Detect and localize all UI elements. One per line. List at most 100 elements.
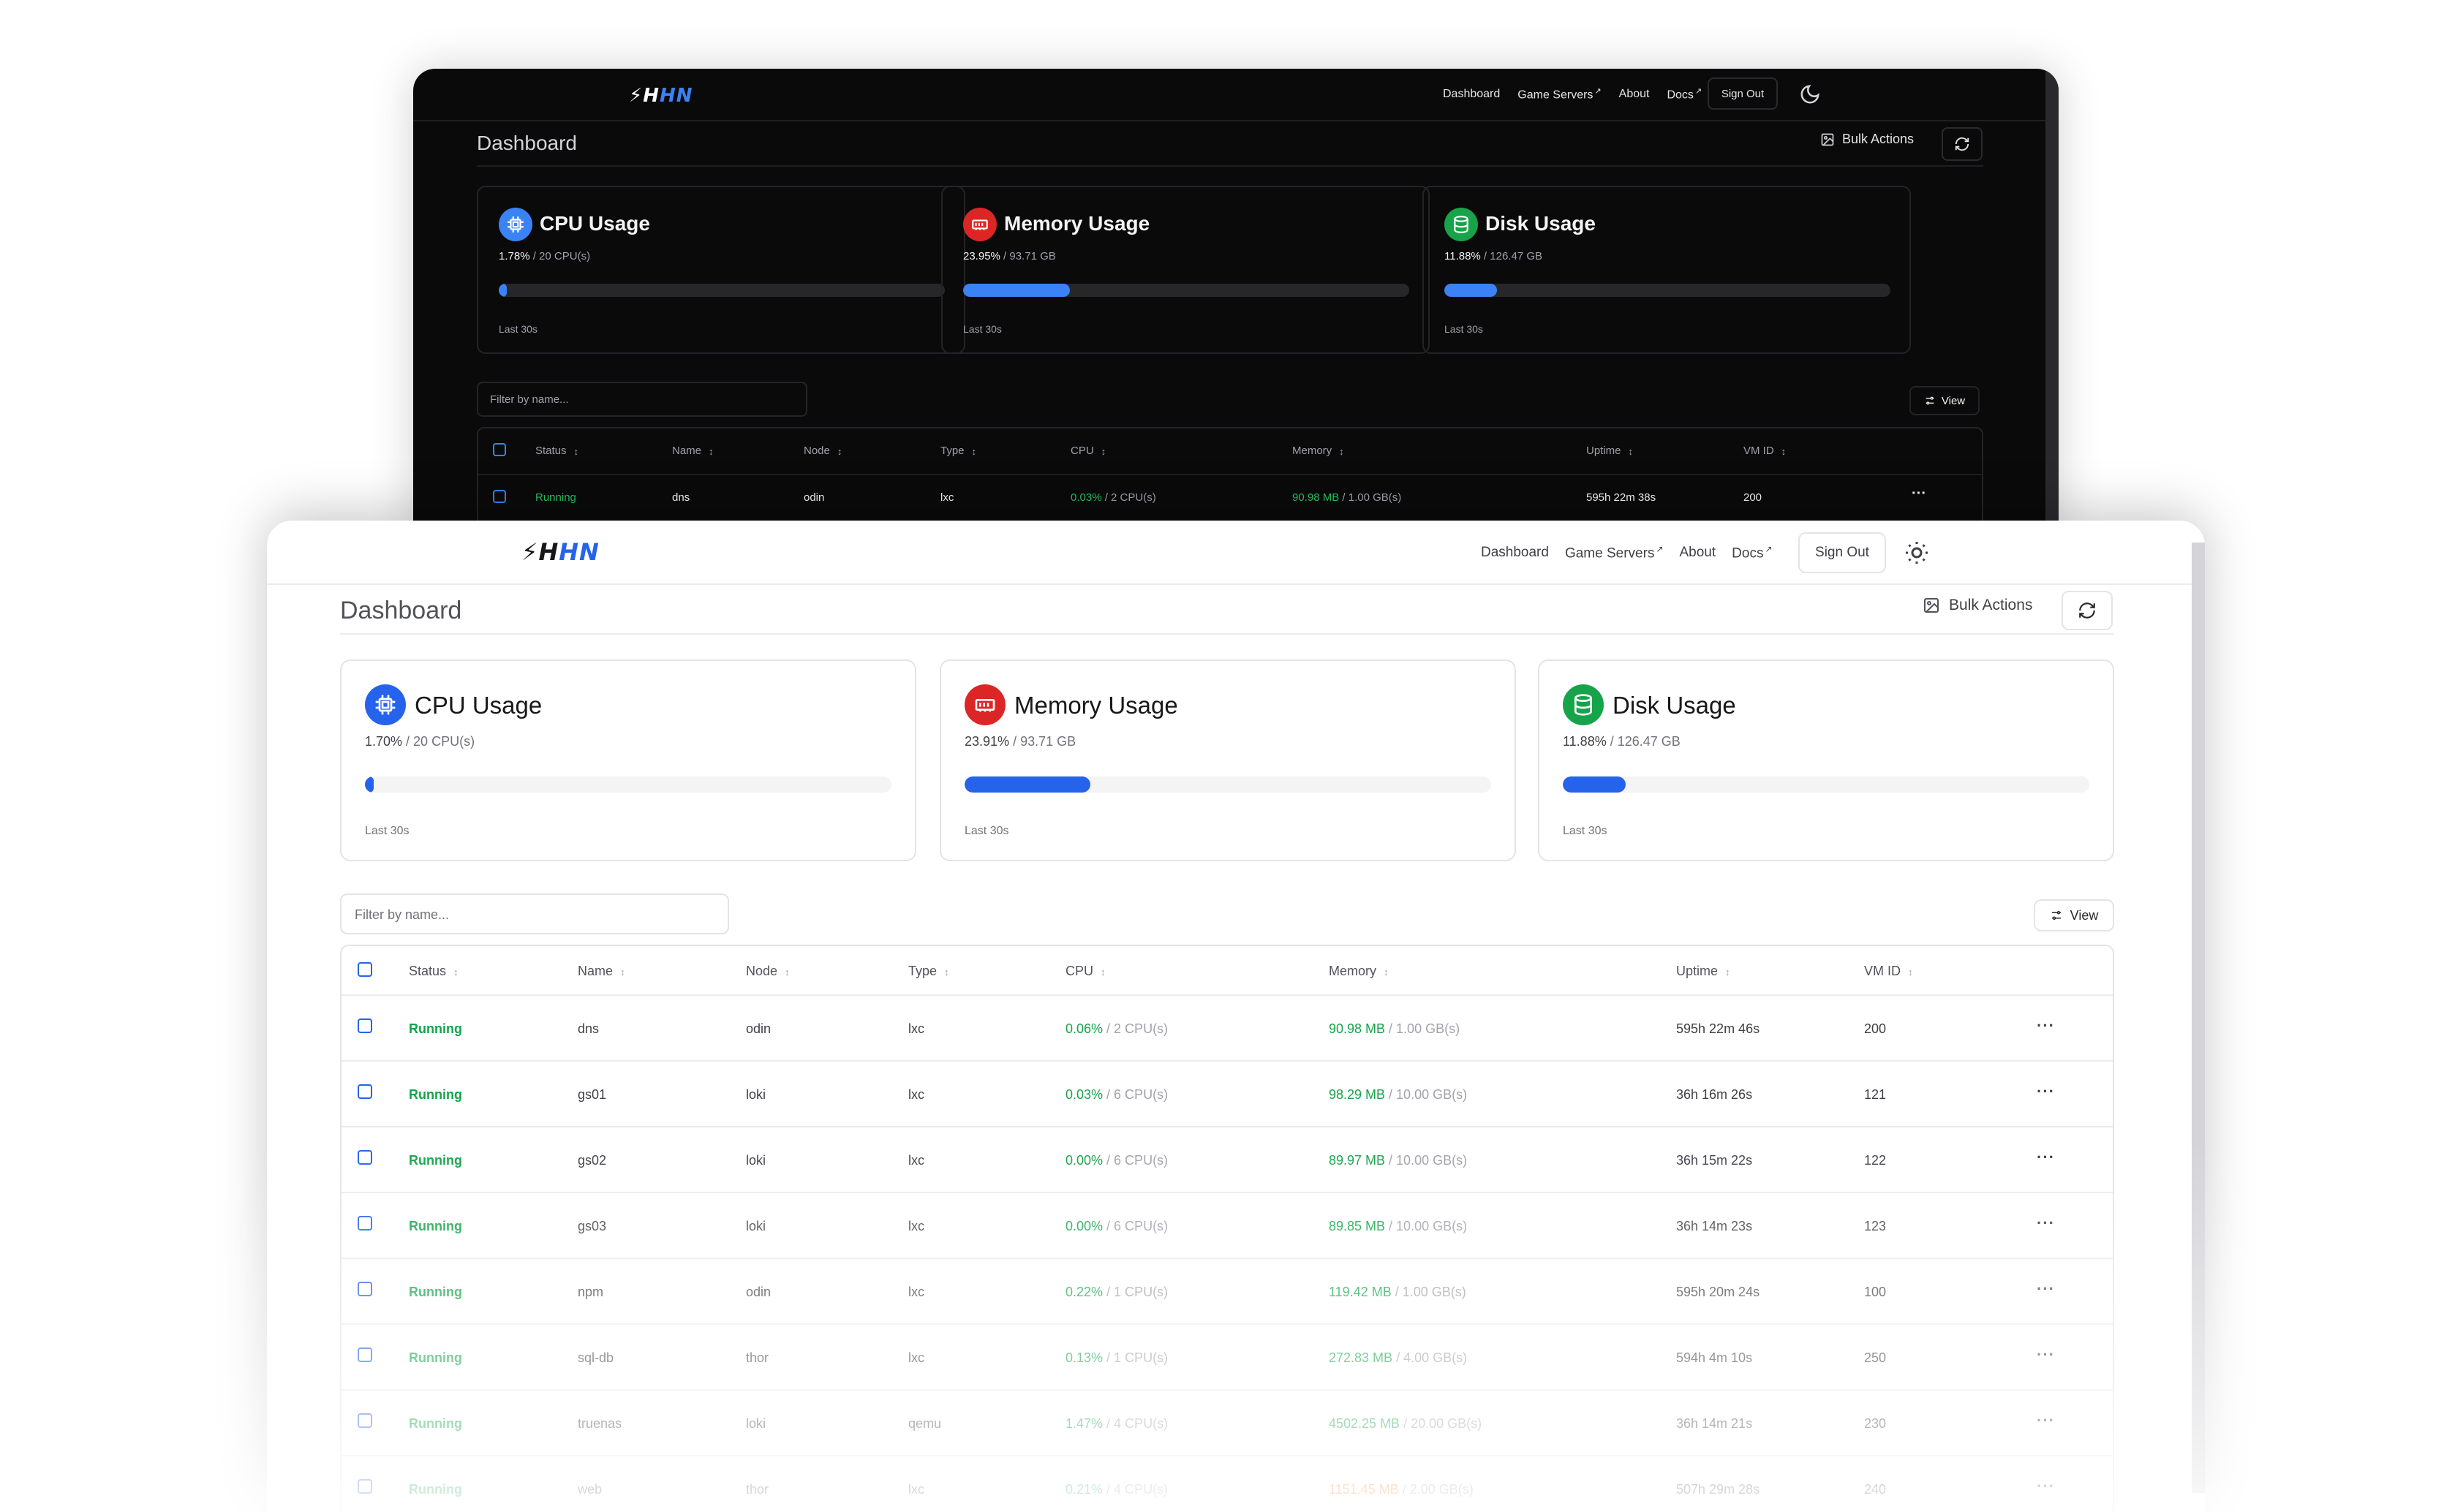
column-name[interactable]: Name ↕ [578,964,625,979]
scrollbar[interactable] [2192,543,2205,1493]
cpu-value: 1.47% [1066,1416,1104,1431]
nav-docs[interactable]: Docs ↗ [1667,86,1702,102]
sort-icon: ↕ [944,966,948,978]
column-type[interactable]: Type ↕ [940,445,976,457]
select-all-checkbox[interactable] [358,962,372,977]
status-badge: Running [535,491,576,504]
card-subtitle: 23.95% / 93.71 GB [963,250,1056,262]
column-uptime[interactable]: Uptime ↕ [1676,964,1730,979]
cell-name: sql-db [578,1350,614,1365]
filter-input[interactable]: Filter by name... [340,893,729,934]
logo[interactable]: ⚡HHN [629,85,693,107]
column-memory[interactable]: Memory ↕ [1329,964,1388,979]
column-label: Name [672,445,702,457]
column-vmid[interactable]: VM ID ↕ [1864,964,1912,979]
nav-dashboard[interactable]: Dashboard [1443,88,1500,101]
table-row[interactable]: Running dns odin lxc 0.03% / 2 CPU(s) 90… [478,475,1982,522]
column-vmid[interactable]: VM ID ↕ [1743,445,1786,457]
sign-out-button[interactable]: Sign Out [1708,78,1778,110]
row-checkbox[interactable] [358,1479,372,1494]
row-actions-button[interactable]: ··· [2037,1279,2055,1299]
row-checkbox[interactable] [358,1282,372,1296]
refresh-button[interactable] [1942,127,1983,161]
memory-total: / 1.00 GB(s) [1385,1021,1460,1036]
cpu-icon [499,208,532,241]
table-row[interactable]: Running gs01 loki lxc 0.03% / 6 CPU(s) 98.29 … [342,1062,2113,1127]
nav-dashboard[interactable]: Dashboard [1481,545,1549,561]
nav-about[interactable]: About [1680,545,1716,561]
row-actions-button[interactable]: ··· [1912,485,1926,502]
row-checkbox[interactable] [493,490,506,503]
status-badge: Running [409,1416,462,1431]
cell-vmid: 121 [1864,1087,1887,1102]
column-node[interactable]: Node ↕ [804,445,842,457]
row-checkbox[interactable] [358,1413,372,1428]
memory-total: / 1.00 GB(s) [1391,1285,1466,1299]
memory-value: 90.98 MB [1292,491,1340,504]
row-actions-button[interactable]: ··· [2037,1082,2055,1101]
table-row[interactable]: Running truenas loki qemu 1.47% / 4 CPU(s) 45… [342,1391,2113,1456]
sign-out-button[interactable]: Sign Out [1798,532,1886,573]
cpu-value: 0.22% [1066,1285,1104,1299]
row-actions-button[interactable]: ··· [2037,1411,2055,1430]
column-memory[interactable]: Memory ↕ [1292,445,1344,457]
table-header: Status ↕ Name ↕ Node ↕ Type ↕ CPU ↕ Memory ↕ U… [478,428,1982,475]
nav-docs[interactable]: Docs ↗ [1732,544,1772,562]
nav-game-servers-label: Game Servers [1517,88,1593,102]
cell-vmid: 200 [1743,491,1762,504]
bulk-actions-button[interactable]: Bulk Actions [1820,132,1914,147]
row-actions-button[interactable]: ··· [2037,1477,2055,1496]
sun-icon[interactable] [1904,540,1930,566]
row-checkbox[interactable] [358,1347,372,1362]
external-link-icon: ↗ [1656,544,1664,554]
row-checkbox[interactable] [358,1018,372,1033]
table-row[interactable]: Running dns odin lxc 0.06% / 2 CPU(s) 90.98 M… [342,996,2113,1062]
select-all-checkbox[interactable] [493,443,506,456]
status-badge: Running [409,1285,462,1299]
row-actions-button[interactable]: ··· [2037,1148,2055,1167]
external-link-icon: ↗ [1765,544,1773,554]
nav-game-servers[interactable]: Game Servers ↗ [1565,544,1664,562]
column-type[interactable]: Type ↕ [908,964,948,979]
column-cpu[interactable]: CPU ↕ [1071,445,1106,457]
nav-game-servers[interactable]: Game Servers ↗ [1517,86,1601,102]
column-label: Memory [1329,964,1377,978]
logo[interactable]: ⚡HHN [521,538,600,566]
memory-usage-card: Memory Usage 23.91% / 93.71 GB Last 30s [940,659,1516,861]
memory-usage-card: Memory Usage 23.95% / 93.71 GB Last 30s [941,186,1430,354]
bulk-actions-button[interactable]: Bulk Actions [1923,597,2032,614]
column-node[interactable]: Node ↕ [746,964,789,979]
table-row[interactable]: Running npm odin lxc 0.22% / 1 CPU(s) 119.42 … [342,1259,2113,1325]
column-uptime[interactable]: Uptime ↕ [1586,445,1633,457]
table-row[interactable]: Running sql-db thor lxc 0.13% / 1 CPU(s) 272.… [342,1325,2113,1391]
row-actions-button[interactable]: ··· [2037,1214,2055,1233]
cell-type: lxc [940,491,954,504]
column-cpu[interactable]: CPU ↕ [1066,964,1105,979]
row-checkbox[interactable] [358,1216,372,1231]
disk-icon [1563,684,1604,725]
cpu-total: / 1 CPU(s) [1103,1350,1169,1365]
view-button[interactable]: View [1909,386,1980,415]
table-row[interactable]: Running web thor lxc 0.21% / 4 CPU(s) 1151.45… [342,1456,2113,1512]
view-button[interactable]: View [2034,899,2114,931]
sort-icon: ↕ [837,445,842,457]
filter-input[interactable]: Filter by name... [477,382,807,417]
table-row[interactable]: Running gs03 loki lxc 0.00% / 6 CPU(s) 89.85 … [342,1193,2113,1259]
table-row[interactable]: Running gs02 loki lxc 0.00% / 6 CPU(s) 89.97 … [342,1127,2113,1193]
row-actions-button[interactable]: ··· [2037,1016,2055,1035]
usage-progress-bar [1563,776,2089,793]
cell-vmid: 123 [1864,1219,1887,1233]
memory-icon [965,684,1006,725]
row-checkbox[interactable] [358,1150,372,1165]
scrollbar[interactable] [2045,69,2059,537]
column-status[interactable]: Status ↕ [535,445,578,457]
nav-about[interactable]: About [1619,88,1650,101]
cpu-value: 0.06% [1066,1021,1104,1036]
column-status[interactable]: Status ↕ [409,964,458,979]
row-actions-button[interactable]: ··· [2037,1345,2055,1364]
card-value: 11.88% [1563,734,1607,749]
refresh-button[interactable] [2062,591,2113,630]
row-checkbox[interactable] [358,1084,372,1099]
moon-icon[interactable] [1799,83,1821,105]
column-name[interactable]: Name ↕ [672,445,713,457]
